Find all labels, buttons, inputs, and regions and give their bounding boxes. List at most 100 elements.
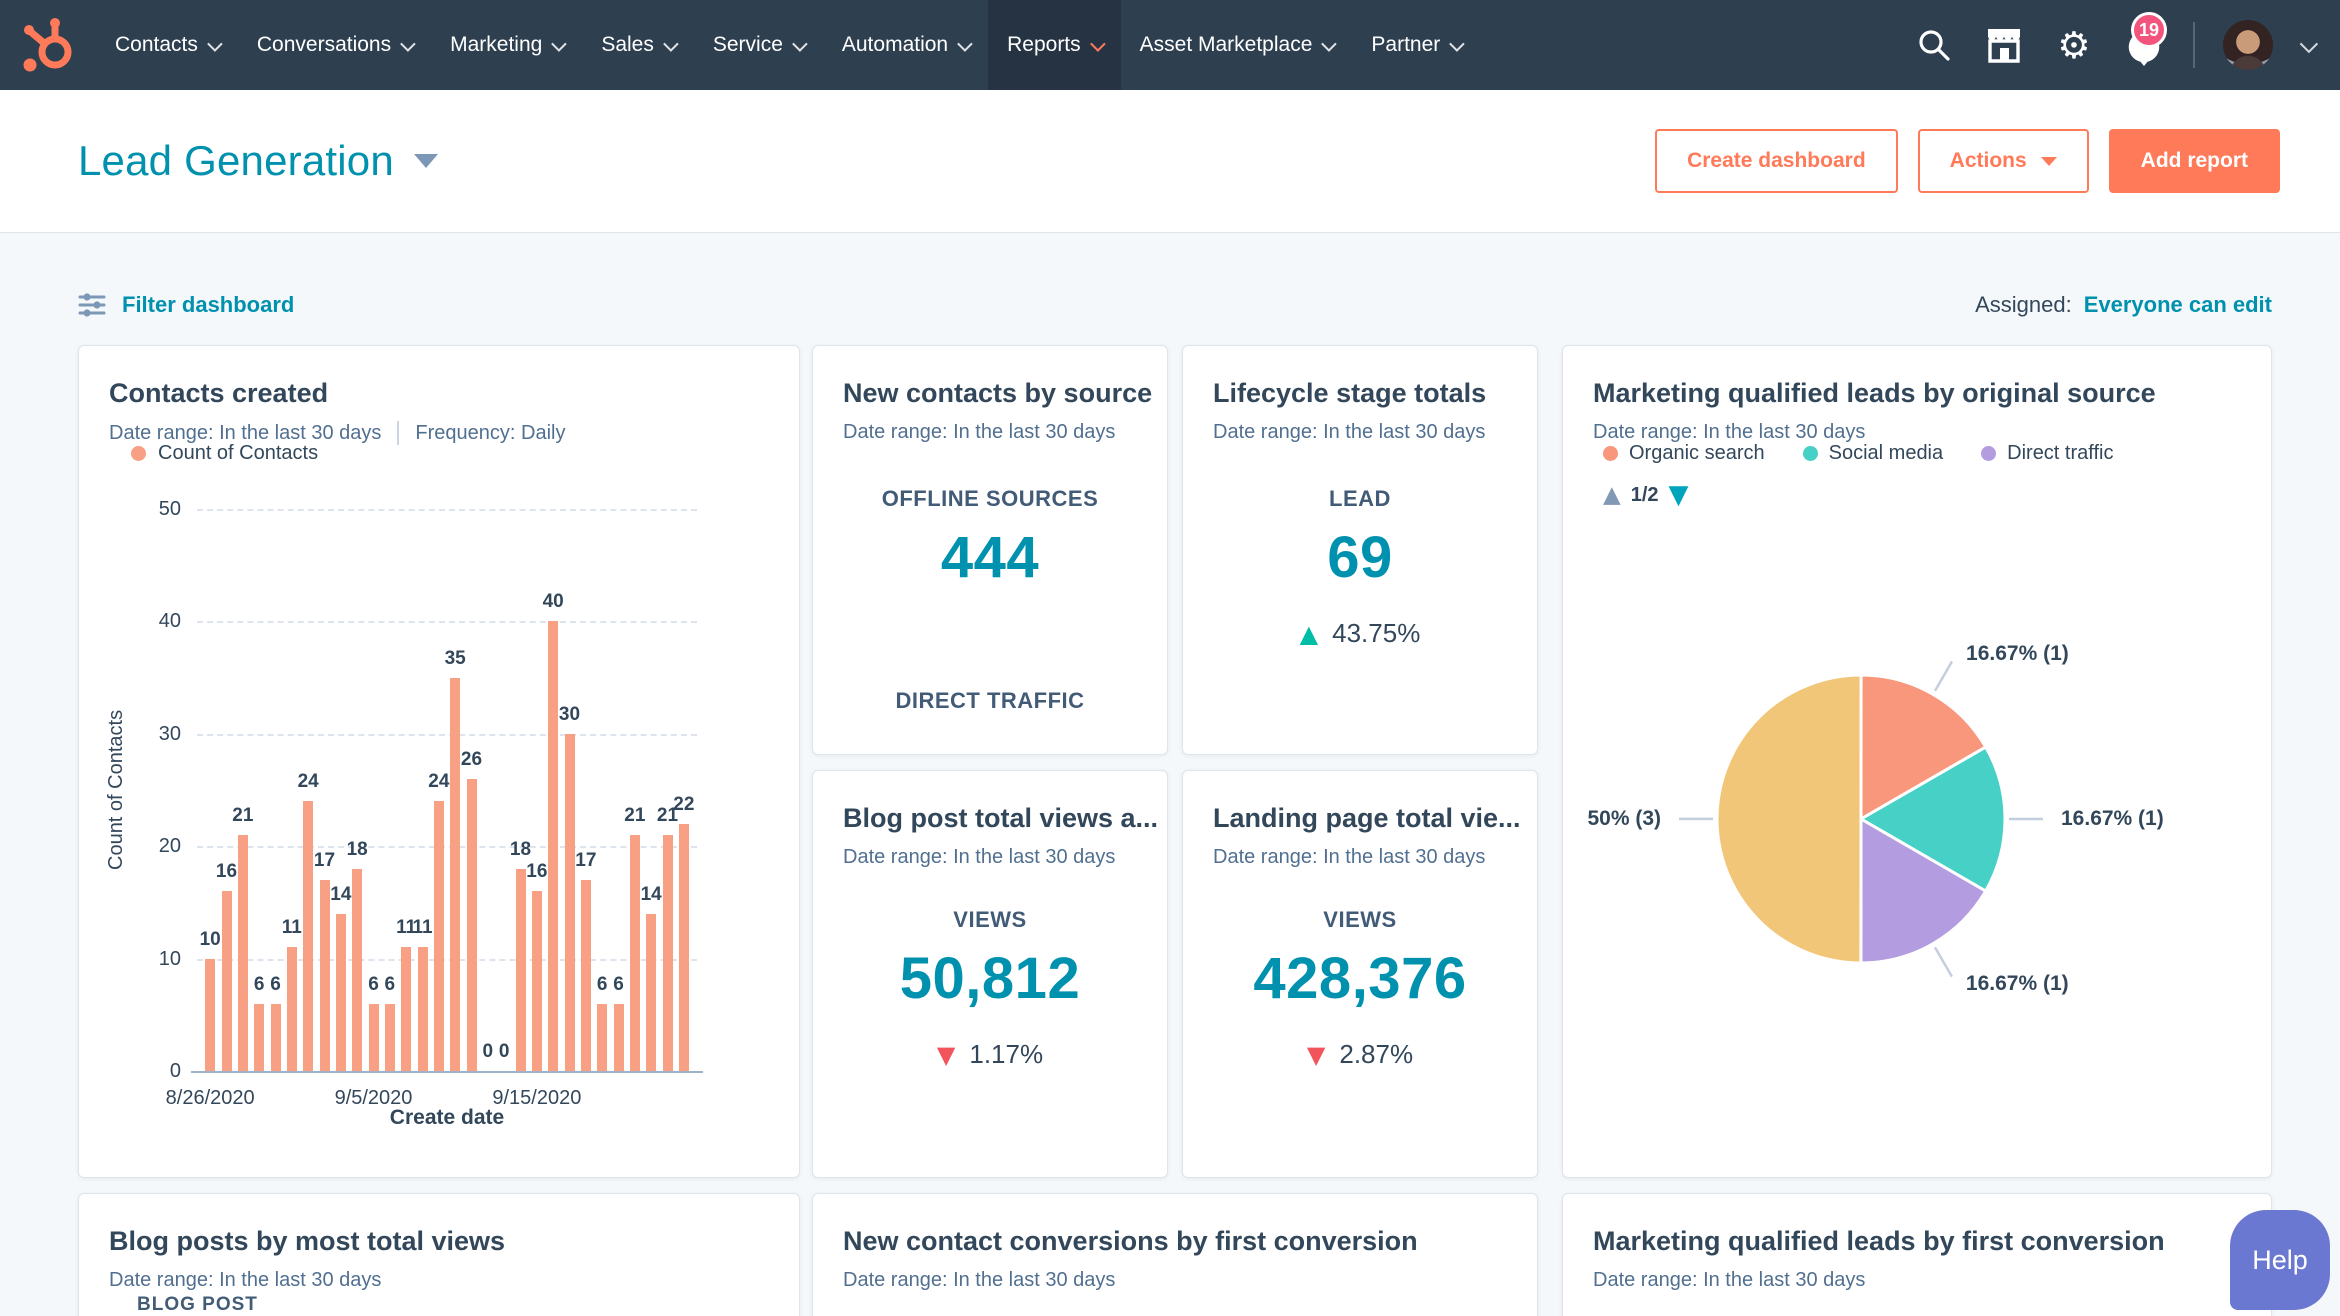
create-dashboard-button[interactable]: Create dashboard (1655, 129, 1898, 193)
card-lifecycle-stage-totals: Lifecycle stage totals Date range: In th… (1182, 345, 1538, 755)
card-new-contacts-by-source: New contacts by source Date range: In th… (812, 345, 1168, 755)
bar-value-label: 35 (444, 647, 466, 669)
account-chevron-down-icon[interactable] (2299, 34, 2319, 53)
card-meta: Date range: In the last 30 days (843, 421, 1137, 444)
card-title: Landing page total vie... (1213, 803, 1521, 833)
chevron-down-icon (1449, 35, 1465, 52)
y-tick-label: 10 (158, 947, 181, 970)
nav-item-conversations[interactable]: Conversations (238, 0, 431, 90)
filter-bar: Filter dashboard Assigned: Everyone can … (78, 283, 2272, 327)
table-column-header: BLOG POST (137, 1294, 258, 1315)
bar (254, 1003, 265, 1071)
metric-label: DIRECT TRAFFIC (895, 688, 1085, 713)
chevron-down-icon (1321, 35, 1338, 52)
help-button[interactable]: Help (2230, 1210, 2330, 1310)
filter-dashboard-link[interactable]: Filter dashboard (78, 292, 294, 318)
bar (205, 958, 216, 1071)
bar (548, 621, 559, 1071)
nav-item-automation[interactable]: Automation (823, 0, 988, 90)
bar-value-label: 6 (613, 973, 624, 995)
date-range: Date range: In the last 30 days (843, 421, 1116, 443)
nav-divider (2193, 22, 2195, 68)
card-title: New contacts by source (843, 378, 1153, 408)
bar-value-label: 24 (297, 771, 319, 793)
chevron-down-icon (957, 35, 973, 52)
nav-item-partner[interactable]: Partner (1352, 0, 1480, 90)
caret-down-icon (2040, 156, 2057, 166)
card-meta: Date range: In the last 30 days (843, 1269, 1507, 1292)
hubspot-logo-icon[interactable] (0, 0, 96, 90)
add-report-button[interactable]: Add report (2108, 129, 2280, 193)
hubspot-lead-generation-dashboard: Contacts Conversations Marketing Sales Servi… (0, 0, 2340, 1316)
nav-right-icons: ⚙ 19 (1913, 0, 2340, 90)
bar-legend[interactable]: Count of Contacts (131, 442, 318, 465)
settings-gear-icon[interactable]: ⚙ (2053, 24, 2095, 66)
bar (335, 913, 346, 1071)
bar (662, 834, 673, 1071)
bar-value-label: 30 (558, 703, 581, 725)
bar-value-label: 6 (253, 973, 265, 995)
bar (384, 1003, 395, 1071)
metric-label: OFFLINE SOURCES (881, 486, 1099, 511)
bar-value-label: 6 (368, 973, 379, 995)
bar (580, 879, 591, 1071)
bar (613, 1003, 624, 1071)
card-meta: Date range: In the last 30 days (109, 1269, 769, 1292)
bar-value-label: 18 (509, 838, 532, 860)
x-axis-title: Create date (389, 1106, 505, 1129)
bar (237, 834, 248, 1071)
assigned-label: Assigned: (1975, 292, 2072, 317)
chevron-down-icon (207, 35, 223, 52)
card-title: Marketing qualified leads by first conve… (1593, 1226, 2165, 1256)
date-range: Date range: In the last 30 days (109, 1269, 382, 1291)
bar-value-label: 22 (673, 793, 695, 815)
metric-value: 69 (1327, 525, 1393, 590)
bar (303, 801, 314, 1071)
bar (352, 868, 363, 1071)
nav-item-label: Asset Marketplace (1139, 33, 1313, 56)
card-new-contact-conversions: New contact conversions by first convers… (812, 1193, 1538, 1316)
nav-item-label: Automation (841, 33, 949, 56)
nav-item-service[interactable]: Service (694, 0, 823, 90)
marketplace-icon[interactable] (1983, 24, 2025, 66)
nav-item-label: Marketing (450, 33, 543, 56)
bar-chart-plot: 0 10 20 30 40 50 10 16 21 6 6 11 24 17 14 18 6 6 11 11 24 35 2… (79, 498, 799, 1109)
card-title: Blog post total views a... (843, 803, 1159, 833)
y-tick-label: 0 (169, 1060, 181, 1082)
nav-item-reports[interactable]: Reports (988, 0, 1121, 90)
gridline (197, 846, 697, 849)
notifications-bell-icon[interactable]: 19 (2123, 12, 2167, 66)
header-buttons: Create dashboard Actions Add report (1655, 129, 2280, 193)
nav-item-asset-marketplace[interactable]: Asset Marketplace (1121, 0, 1353, 90)
avatar[interactable] (2223, 20, 2273, 70)
delta-value: 1.17% (969, 1039, 1044, 1069)
meta-separator (397, 421, 400, 445)
gridline (197, 733, 697, 736)
gridline (197, 958, 697, 961)
chevron-down-icon (1089, 35, 1106, 52)
y-tick-label: 30 (158, 722, 181, 745)
nav-item-contacts[interactable]: Contacts (96, 0, 238, 90)
card-title: Blog posts by most total views (109, 1226, 506, 1256)
pie-slice-3 (1715, 673, 1863, 965)
delta-arrow-icon: ▼ (936, 1040, 956, 1069)
nav-item-marketing[interactable]: Marketing (431, 0, 582, 90)
bar (531, 891, 542, 1071)
metric-delta: ▲ 43.75% (1183, 618, 1537, 649)
y-tick-label: 20 (158, 835, 181, 858)
search-icon[interactable] (1913, 24, 1955, 66)
bar-value-label: 21 (232, 804, 254, 826)
delta-value: 2.87% (1339, 1039, 1414, 1069)
y-tick-label: 50 (158, 498, 181, 520)
nav-item-sales[interactable]: Sales (582, 0, 694, 90)
card-title: Lifecycle stage totals (1213, 378, 1487, 408)
pie-leader-line (1933, 946, 1954, 978)
actions-button[interactable]: Actions (1917, 129, 2089, 193)
card-title: New contact conversions by first convers… (843, 1226, 1418, 1256)
assigned-value-link[interactable]: Everyone can edit (2084, 292, 2272, 318)
card-contacts-created: Contacts created Date range: In the last… (78, 345, 800, 1178)
bar-value-label: 18 (346, 838, 368, 860)
dashboard-switcher-caret-icon[interactable] (413, 154, 438, 168)
card-title: Contacts created (109, 378, 329, 408)
metric-value: 50,812 (899, 946, 1081, 1011)
